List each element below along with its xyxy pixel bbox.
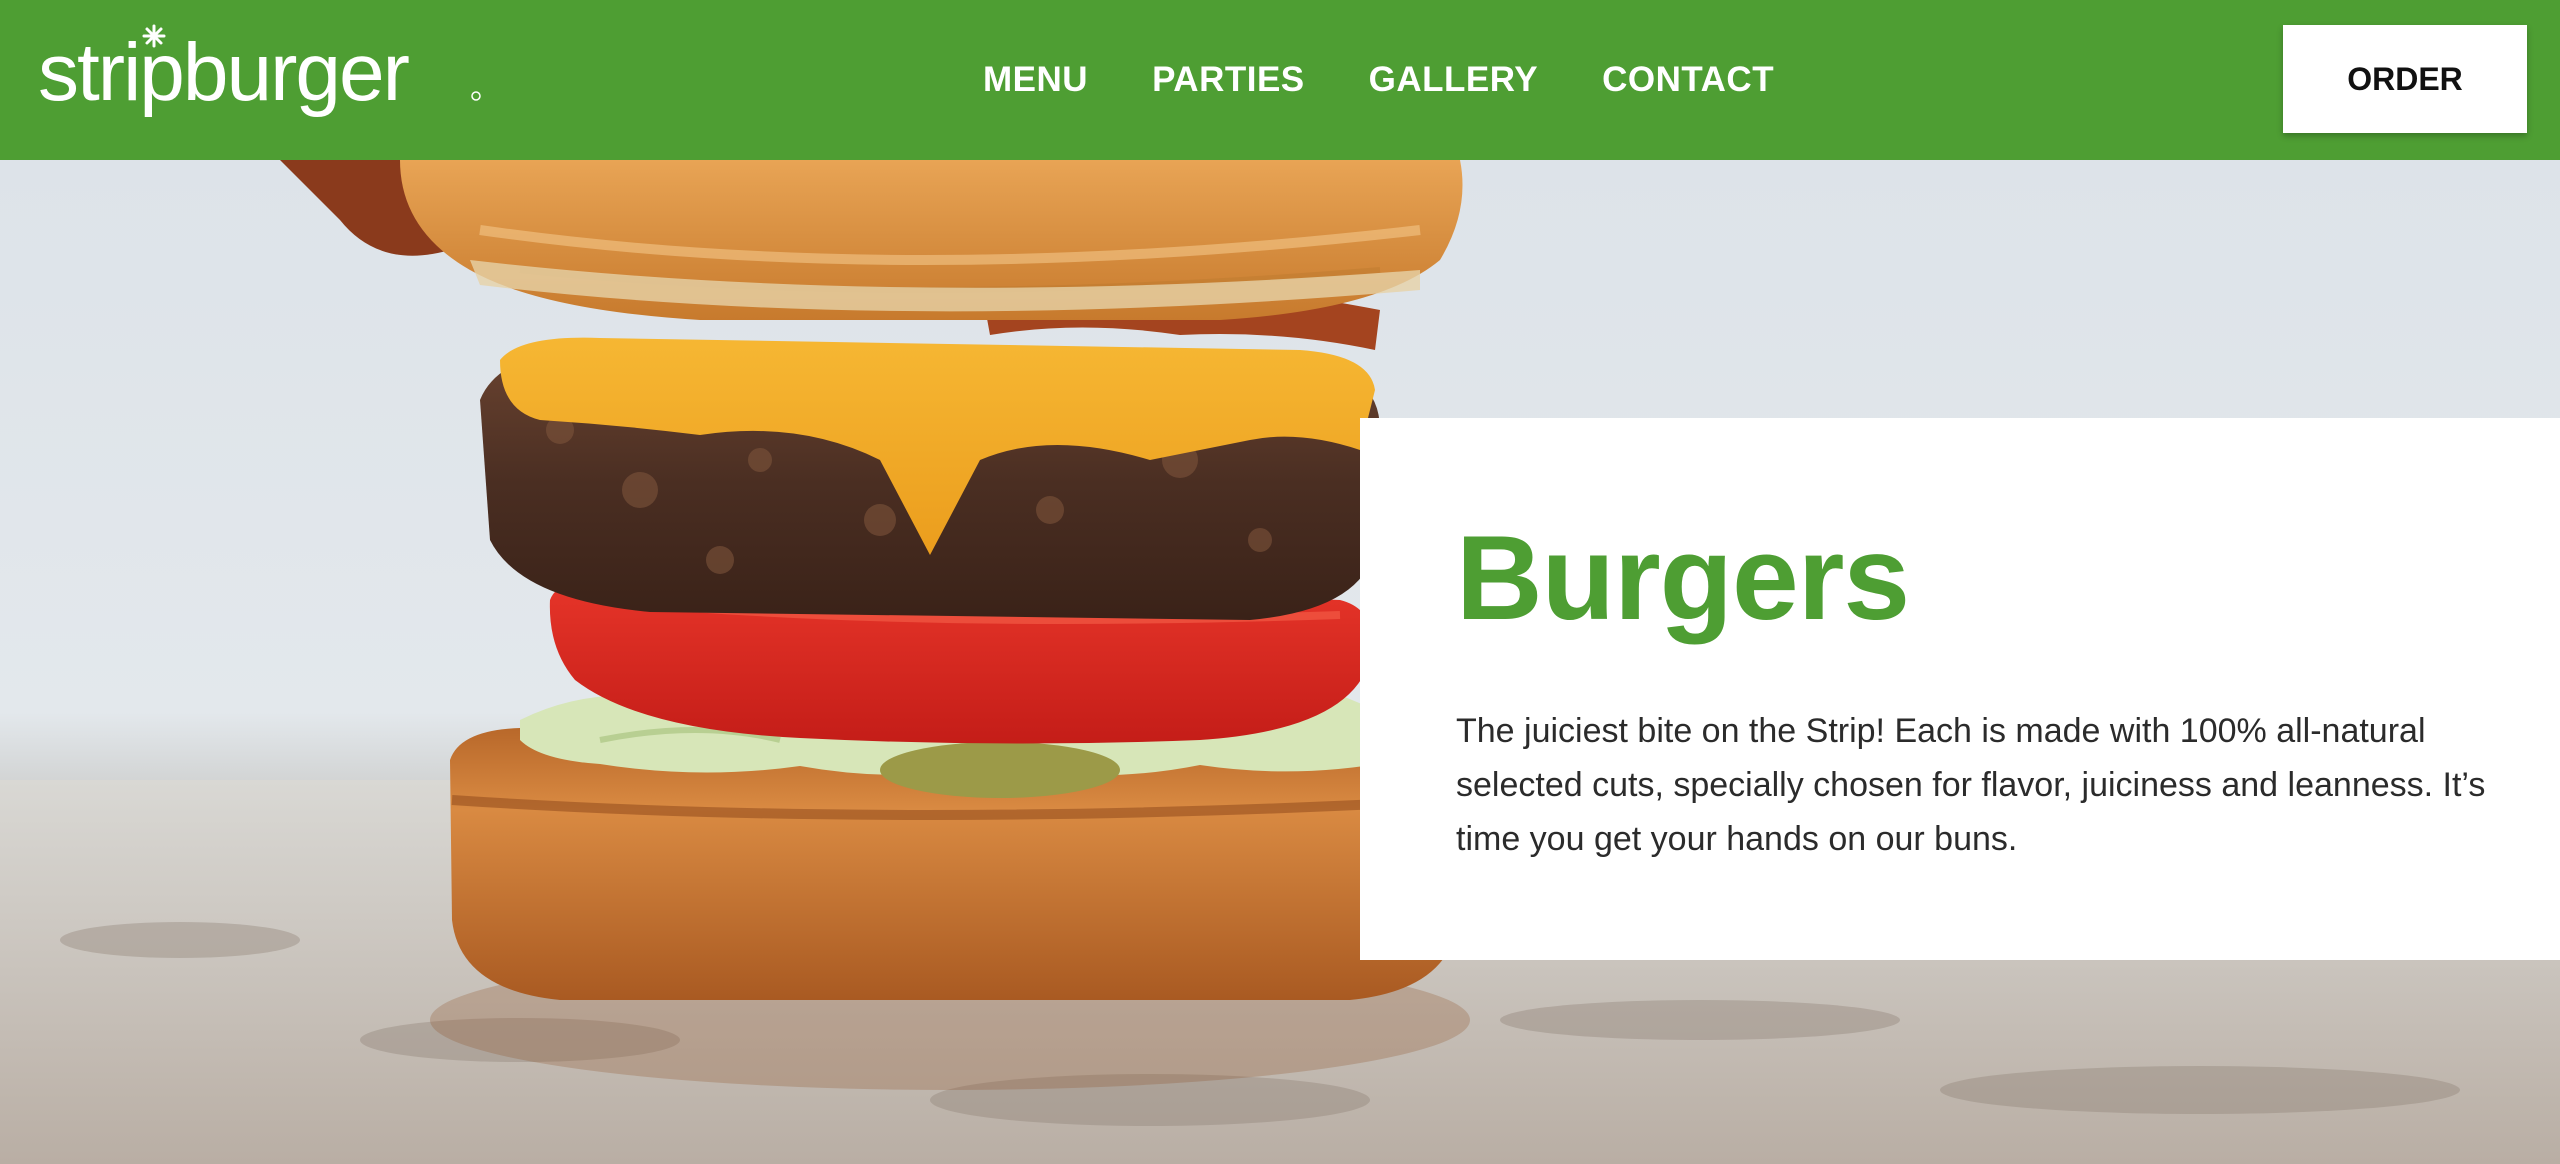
stripburger-logo[interactable]: stripburger xyxy=(38,20,488,130)
main-nav: MENU PARTIES GALLERY CONTACT xyxy=(983,52,1774,108)
card-description: The juiciest bite on the Strip! Each is … xyxy=(1456,712,2486,858)
logo-wordmark: stripburger xyxy=(38,24,481,118)
nav-parties[interactable]: PARTIES xyxy=(1152,60,1305,100)
hero-section: Burgers The juiciest bite on the Strip! … xyxy=(0,160,2560,1164)
order-button[interactable]: ORDER xyxy=(2283,25,2527,133)
card-title: Burgers xyxy=(1456,511,1910,645)
nav-menu[interactable]: MENU xyxy=(983,60,1088,100)
logo-text: stripburger xyxy=(38,27,409,118)
burgers-card: Burgers The juiciest bite on the Strip! … xyxy=(1360,418,2560,960)
nav-gallery[interactable]: GALLERY xyxy=(1369,60,1538,100)
nav-contact[interactable]: CONTACT xyxy=(1602,60,1774,100)
site-header: stripburger MENU PARTIES GALLERY CONTACT… xyxy=(0,0,2560,160)
